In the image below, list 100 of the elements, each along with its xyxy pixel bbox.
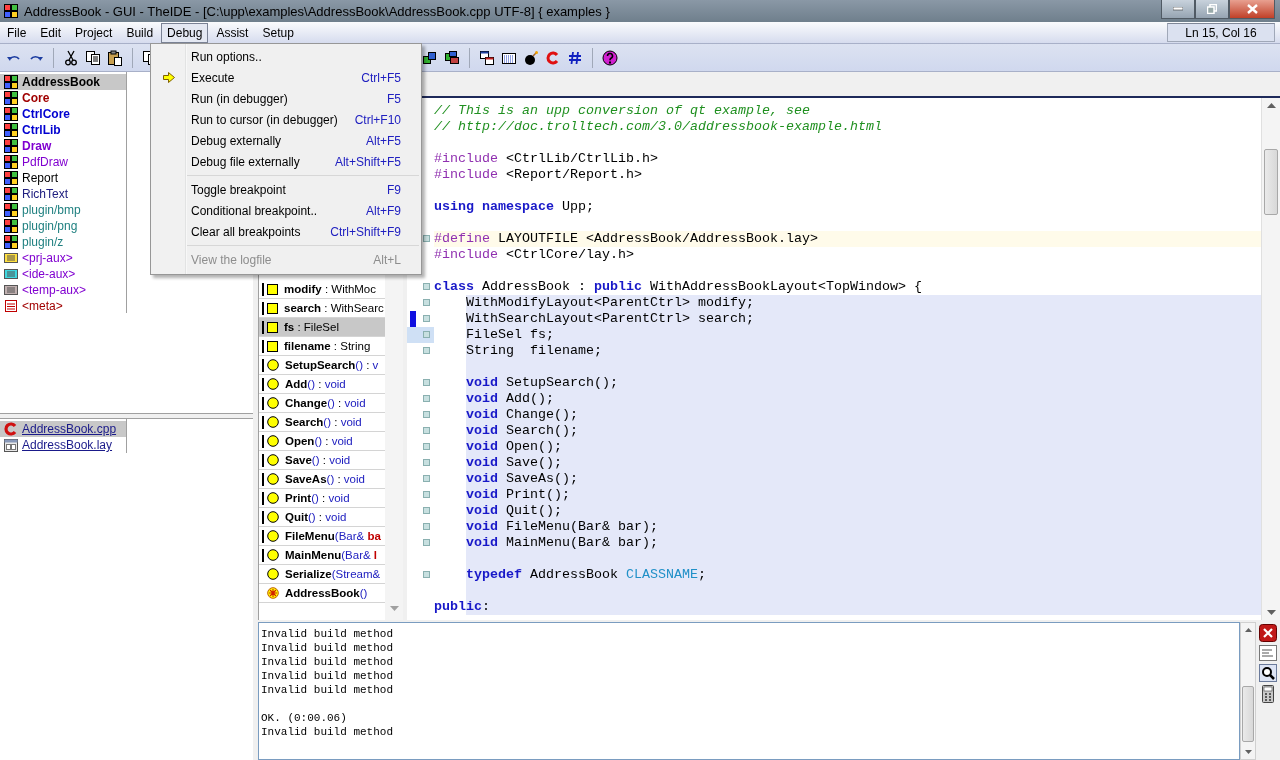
menu-item[interactable]: Debug externally Alt+F5 [151,130,421,151]
close-icon[interactable] [1259,624,1277,642]
menu-item[interactable]: Run options.. [151,46,421,67]
package-item[interactable]: <meta> [0,298,126,314]
package-item[interactable]: plugin/bmp [0,202,126,218]
fold-marker-icon[interactable] [423,507,430,514]
navigator-item[interactable]: SaveAs() : void [259,470,385,489]
menu-item[interactable]: Project [69,22,119,43]
package-item[interactable]: Core [0,90,126,106]
search-icon[interactable] [1259,664,1277,682]
package-item[interactable]: Report [0,170,126,186]
console-icon[interactable] [1259,645,1277,661]
scroll-up-icon[interactable] [1266,103,1276,108]
package-item[interactable]: <temp-aux> [0,282,126,298]
fold-marker-icon[interactable] [423,331,430,338]
menu-item[interactable]: Setup [256,22,300,43]
bomb-icon[interactable] [523,49,539,66]
package-item[interactable]: <prj-aux> [0,250,126,266]
fold-marker-icon[interactable] [423,571,430,578]
circle-icon [267,359,279,371]
navigator-item[interactable]: Save() : void [259,451,385,470]
menu-item[interactable]: Debug file externally Alt+Shift+F5 [151,151,421,172]
menu-item[interactable]: File [1,22,33,43]
package-item[interactable]: plugin/z [0,234,126,250]
fold-marker-icon[interactable] [423,347,430,354]
package-icon [4,155,18,169]
scissors-icon[interactable] [63,49,79,66]
package-item[interactable]: RichText [0,186,126,202]
fold-marker-icon[interactable] [423,523,430,530]
circle-icon [267,435,279,447]
menu-item[interactable]: Debug [161,22,209,43]
source-file-item[interactable]: AddressBook.lay [0,437,126,453]
circle-icon [267,378,279,390]
package-item[interactable]: CtrlLib [0,122,126,138]
code-line: using namespace Upp; [434,199,595,215]
navigator-item[interactable]: fs : FileSel [259,318,385,337]
navigator-item[interactable]: search : WithSearc [259,299,385,318]
calculator-icon[interactable] [1260,685,1276,703]
scroll-down-icon[interactable] [389,606,399,611]
menu-item[interactable]: Toggle breakpoint F9 [151,179,421,200]
close-button[interactable] [1229,0,1275,19]
fold-marker-icon[interactable] [423,491,430,498]
fold-marker-icon[interactable] [423,427,430,434]
package-item[interactable]: CtrlCore [0,106,126,122]
shortcut-label: Ctrl+F5 [360,70,401,85]
navigator-item[interactable]: FileMenu(Bar& ba [259,527,385,546]
minimize-icon [1173,7,1183,11]
menu-item[interactable]: Execute Ctrl+F5 [151,67,421,88]
fold-marker-icon[interactable] [423,411,430,418]
navigator-item[interactable]: modify : WithMoc [259,280,385,299]
navigator-item[interactable]: Open() : void [259,432,385,451]
fold-marker-icon[interactable] [423,475,430,482]
source-file-item[interactable]: AddressBook.cpp [0,421,126,437]
fold-marker-icon[interactable] [423,459,430,466]
menu-item[interactable]: Run to cursor (in debugger) Ctrl+F10 [151,109,421,130]
fold-marker-icon[interactable] [423,315,430,322]
navigator-item[interactable]: Print() : void [259,489,385,508]
hash-icon[interactable] [567,49,583,66]
navigator-item[interactable]: Serialize(Stream& [259,565,385,584]
windows-icon[interactable] [479,49,495,66]
menu-item[interactable]: Edit [34,22,68,43]
navigator-item[interactable]: MainMenu(Bar& l [259,546,385,565]
navigator-item[interactable]: AddressBook() [259,584,385,603]
copy-icon[interactable] [85,49,101,66]
fold-marker-icon[interactable] [423,299,430,306]
fold-marker-icon[interactable] [423,395,430,402]
fold-marker-icon[interactable] [423,443,430,450]
menu-item[interactable]: Assist [210,22,255,43]
package-item[interactable]: Draw [0,138,126,154]
fold-marker-icon[interactable] [423,379,430,386]
shortcut-label: Ctrl+F10 [353,112,401,127]
shortcut-label: Alt+F5 [365,133,401,148]
navigator-item[interactable]: SetupSearch() : v [259,356,385,375]
menu-item[interactable]: Conditional breakpoint.. Alt+F9 [151,200,421,221]
paste-icon[interactable] [107,49,123,66]
scroll-down-icon[interactable] [1266,610,1276,615]
menu-item[interactable]: Clear all breakpoints Ctrl+Shift+F9 [151,221,421,242]
navigator-item[interactable]: Change() : void [259,394,385,413]
scroll-down-icon[interactable] [1244,750,1252,754]
navigator-item[interactable]: Search() : void [259,413,385,432]
navigator-item[interactable]: Quit() : void [259,508,385,527]
fold-marker-icon[interactable] [423,283,430,290]
scrollbar-thumb[interactable] [1242,686,1254,742]
package-item[interactable]: PdfDraw [0,154,126,170]
navigator-item[interactable]: Add() : void [259,375,385,394]
package-item[interactable]: plugin/png [0,218,126,234]
package-item[interactable]: <ide-aux> [0,266,126,282]
navigator-item[interactable]: filename : String [259,337,385,356]
circle-icon [267,511,279,523]
help-icon[interactable] [602,49,618,66]
package-item[interactable]: AddressBook [0,74,126,90]
fold-marker-icon[interactable] [423,235,430,242]
console-line: Invalid build method [261,627,394,641]
menu-item[interactable]: Build [120,22,160,43]
scrollbar-thumb[interactable] [1264,149,1278,215]
fold-marker-icon[interactable] [423,539,430,546]
scroll-up-icon[interactable] [1244,628,1252,632]
menu-item[interactable]: Run (in debugger) F5 [151,88,421,109]
minimize-button[interactable] [1161,0,1195,19]
restore-button[interactable] [1195,0,1229,19]
